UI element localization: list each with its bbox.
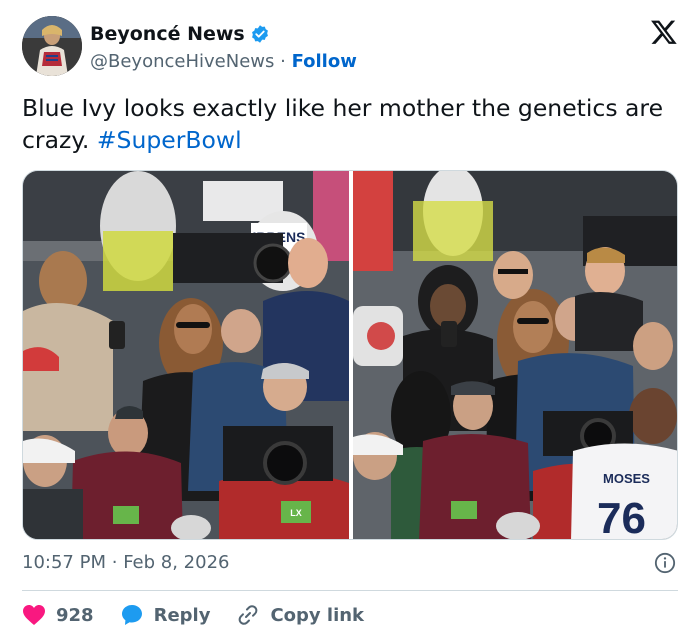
info-icon[interactable] bbox=[654, 552, 676, 574]
reply-bubble-icon bbox=[121, 605, 142, 625]
heart-icon bbox=[23, 605, 45, 625]
reply-label: Reply bbox=[153, 604, 211, 626]
x-logo-icon[interactable] bbox=[650, 18, 678, 46]
jersey-number-right: 76 bbox=[597, 494, 646, 539]
tweet-timestamp[interactable]: 10:57 PM · Feb 8, 2026 bbox=[22, 552, 229, 573]
handle[interactable]: @BeyonceHiveNews bbox=[90, 51, 274, 72]
copy-link-label: Copy link bbox=[270, 604, 365, 626]
handle-row: @BeyonceHiveNews · Follow bbox=[90, 51, 357, 72]
handle-separator: · bbox=[280, 51, 286, 72]
copy-link-button[interactable]: Copy link bbox=[236, 603, 364, 627]
hashtag-link[interactable]: #SuperBowl bbox=[97, 126, 242, 154]
jersey-name-right: MOSES bbox=[603, 471, 650, 486]
tweet-header: Beyoncé News @BeyonceHiveNews · Follow bbox=[22, 16, 680, 78]
media-grid: IBBENS bbox=[22, 170, 678, 540]
credential-text-left: LX bbox=[290, 508, 302, 518]
display-name[interactable]: Beyoncé News bbox=[90, 23, 245, 45]
like-button[interactable]: 928 bbox=[22, 604, 94, 626]
link-icon bbox=[239, 605, 258, 625]
tweet-card: Beyoncé News @BeyonceHiveNews · Follow B… bbox=[0, 0, 700, 642]
tweet-date: Feb 8, 2026 bbox=[123, 552, 230, 573]
avatar[interactable] bbox=[22, 16, 82, 76]
photo-left[interactable]: IBBENS bbox=[23, 171, 349, 539]
timestamp-separator: · bbox=[111, 552, 118, 573]
tweet-time: 10:57 PM bbox=[22, 552, 106, 573]
divider bbox=[22, 590, 678, 591]
follow-button[interactable]: Follow bbox=[292, 51, 357, 72]
action-bar: 928 Reply Copy link bbox=[22, 600, 390, 630]
name-block: Beyoncé News @BeyonceHiveNews · Follow bbox=[90, 22, 357, 72]
photo-right[interactable]: MOSES 76 bbox=[353, 171, 677, 539]
reply-button[interactable]: Reply bbox=[120, 603, 211, 627]
tweet-text: Blue Ivy looks exactly like her mother t… bbox=[22, 92, 682, 156]
like-count: 928 bbox=[56, 604, 94, 626]
verified-badge-icon bbox=[250, 24, 270, 44]
